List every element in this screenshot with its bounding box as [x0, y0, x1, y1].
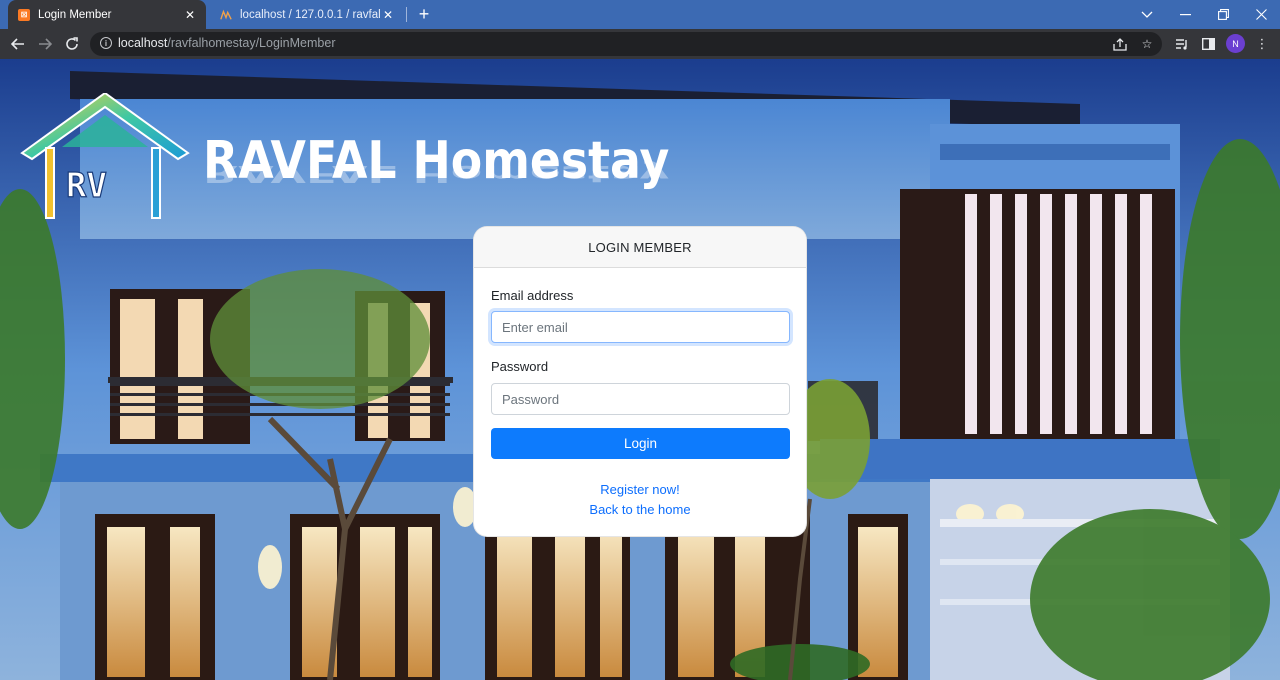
- menu-kebab-icon[interactable]: ⋮: [1253, 35, 1271, 53]
- tab-login-member[interactable]: ⊠ Login Member ✕: [8, 0, 206, 29]
- close-tab-icon[interactable]: ✕: [380, 7, 396, 23]
- minimize-icon[interactable]: [1166, 0, 1204, 29]
- site-info-icon[interactable]: i: [100, 37, 112, 49]
- tab-search-chevron-icon[interactable]: [1128, 0, 1166, 29]
- email-input[interactable]: [491, 311, 790, 343]
- brand-title-reflection: RAVFAL Homestay: [203, 160, 670, 187]
- register-link[interactable]: Register now!: [474, 482, 806, 497]
- restore-icon[interactable]: [1204, 0, 1242, 29]
- xampp-icon: ⊠: [18, 8, 30, 21]
- back-arrow-icon[interactable]: [8, 34, 28, 54]
- forward-arrow-icon[interactable]: [35, 34, 55, 54]
- reload-icon[interactable]: [62, 34, 82, 54]
- login-card-header: LOGIN MEMBER: [474, 227, 806, 268]
- login-page: RV RAVFAL Homestay RAVFAL Homestay LOGIN…: [0, 59, 1280, 680]
- tab-divider: [406, 7, 407, 22]
- phpmyadmin-icon: [220, 9, 232, 21]
- browser-tab-strip: ⊠ Login Member ✕ localhost / 127.0.0.1 /…: [0, 0, 1280, 29]
- password-label: Password: [491, 359, 549, 374]
- new-tab-icon[interactable]: +: [414, 4, 434, 24]
- media-control-icon[interactable]: [1173, 35, 1191, 53]
- password-input[interactable]: [491, 383, 790, 415]
- tab-title: Login Member: [38, 8, 112, 21]
- profile-avatar[interactable]: N: [1226, 34, 1245, 53]
- close-window-icon[interactable]: [1242, 0, 1280, 29]
- bookmark-star-icon[interactable]: ☆: [1139, 36, 1155, 52]
- back-home-link[interactable]: Back to the home: [474, 502, 806, 517]
- login-card: LOGIN MEMBER Email address Password Logi…: [473, 226, 807, 537]
- side-panel-icon[interactable]: [1199, 35, 1217, 53]
- logo-monogram: RV: [66, 166, 107, 206]
- ravfal-logo[interactable]: RV: [18, 93, 193, 225]
- tab-phpmyadmin[interactable]: localhost / 127.0.0.1 / ravfalhome ✕: [208, 0, 404, 29]
- share-icon[interactable]: [1112, 36, 1128, 52]
- address-bar[interactable]: i localhost/ravfalhomestay/LoginMember ☆: [90, 32, 1162, 56]
- email-label: Email address: [491, 288, 574, 303]
- close-tab-icon[interactable]: ✕: [182, 7, 198, 23]
- browser-toolbar: i localhost/ravfalhomestay/LoginMember ☆…: [0, 29, 1280, 59]
- url-text: localhost/ravfalhomestay/LoginMember: [118, 36, 336, 50]
- tab-title: localhost / 127.0.0.1 / ravfalhome: [240, 8, 380, 21]
- login-button[interactable]: Login: [491, 428, 790, 459]
